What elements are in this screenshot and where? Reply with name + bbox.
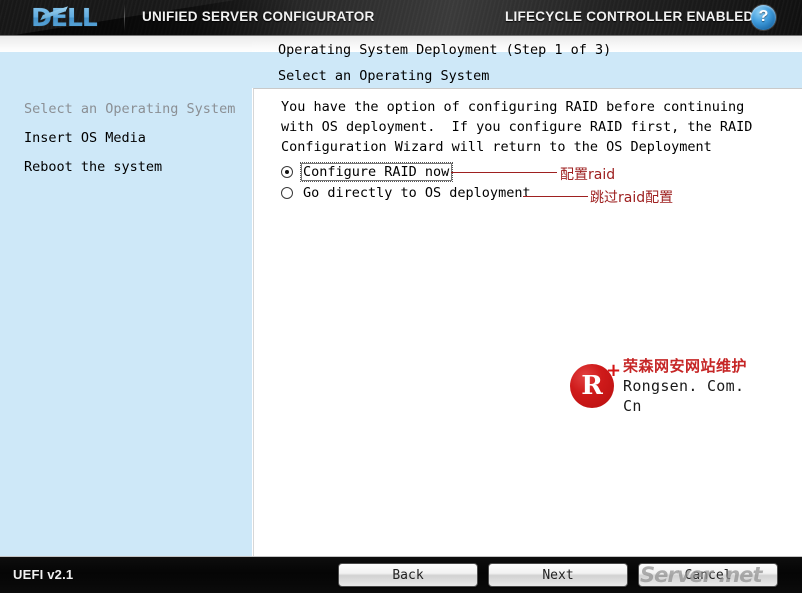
- help-icon-glyph: ?: [759, 9, 769, 25]
- radio-button-icon-configure-raid[interactable]: [281, 166, 293, 178]
- page-title: Operating System Deployment (Step 1 of 3…: [278, 42, 611, 58]
- help-icon[interactable]: ?: [751, 5, 776, 30]
- top-header-bar: DELL UNIFIED SERVER CONFIGURATOR LIFECYC…: [0, 0, 802, 35]
- radio-label-configure-raid[interactable]: Configure RAID now: [301, 163, 452, 181]
- content-panel: You have the option of configuring RAID …: [253, 88, 802, 556]
- dell-logo: DELL: [14, 3, 114, 31]
- page-subtitle: Select an Operating System: [278, 68, 489, 84]
- sidebar-item-select-os[interactable]: Select an Operating System: [0, 95, 252, 124]
- radio-button-icon-go-directly-os[interactable]: [281, 187, 293, 199]
- annotation-leader-line-1: [451, 172, 557, 173]
- cancel-button[interactable]: Cancel: [638, 563, 778, 587]
- sidebar-item-reboot-system[interactable]: Reboot the system: [0, 153, 252, 182]
- annotation-configure-raid: 配置raid: [560, 164, 615, 184]
- watermark-badge-letter: R: [581, 373, 603, 399]
- radio-option-go-directly-os[interactable]: Go directly to OS deployment: [281, 183, 534, 203]
- sidebar-steps: Select an Operating System Insert OS Med…: [0, 52, 252, 556]
- instruction-text: You have the option of configuring RAID …: [281, 97, 786, 157]
- watermark-plus-icon: +: [606, 365, 619, 378]
- back-button[interactable]: Back: [338, 563, 478, 587]
- annotation-skip-raid: 跳过raid配置: [590, 187, 673, 207]
- watermark-logo: R + 荣森网安网站维护 Rongsen. Com. Cn: [570, 361, 760, 411]
- uefi-version-label: UEFI v2.1: [13, 567, 73, 582]
- usc-screen: DELL UNIFIED SERVER CONFIGURATOR LIFECYC…: [0, 0, 802, 593]
- next-button[interactable]: Next: [488, 563, 628, 587]
- dell-logo-text: DELL: [31, 3, 97, 32]
- radio-option-configure-raid[interactable]: Configure RAID now: [281, 162, 452, 182]
- watermark-cn-text: 荣森网安网站维护: [623, 357, 760, 376]
- watermark-en-text: Rongsen. Com. Cn: [623, 376, 760, 416]
- radio-label-go-directly-os[interactable]: Go directly to OS deployment: [301, 184, 534, 202]
- watermark-badge-icon: R +: [570, 364, 614, 408]
- lifecycle-controller-status: LIFECYCLE CONTROLLER ENABLED: [505, 9, 754, 24]
- header-divider: [124, 4, 125, 31]
- app-title: UNIFIED SERVER CONFIGURATOR: [142, 9, 375, 24]
- sidebar-item-insert-os-media[interactable]: Insert OS Media: [0, 124, 252, 153]
- annotation-leader-line-2: [523, 196, 588, 197]
- watermark-text-block: 荣森网安网站维护 Rongsen. Com. Cn: [623, 357, 760, 416]
